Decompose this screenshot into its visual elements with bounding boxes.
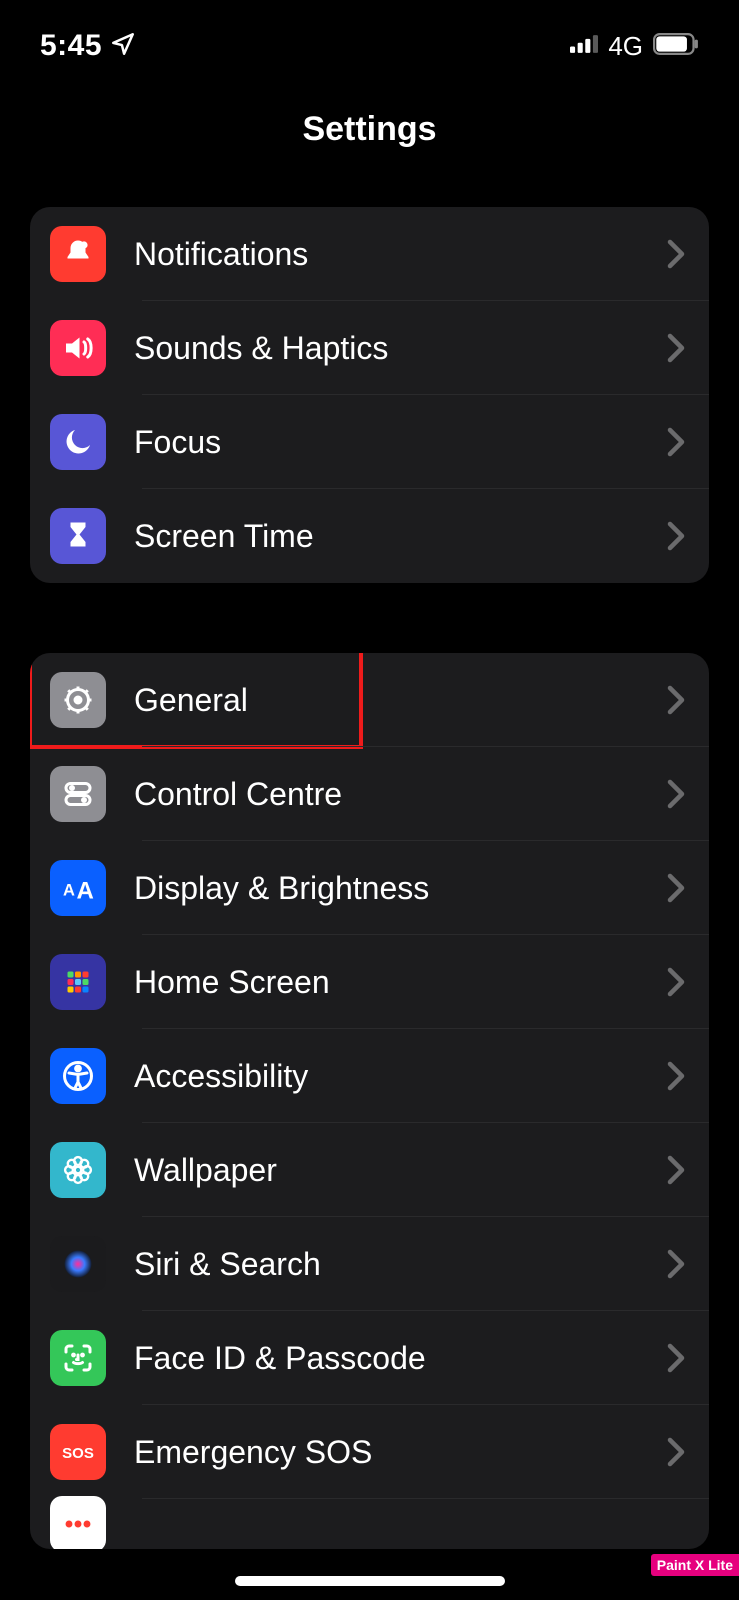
chevron-right-icon [667, 1343, 685, 1373]
clock: 5:45 [40, 29, 102, 63]
row-label: Emergency SOS [134, 1434, 667, 1471]
chevron-right-icon [667, 967, 685, 997]
svg-text:A: A [77, 878, 94, 905]
chevron-right-icon [667, 427, 685, 457]
svg-text:SOS: SOS [62, 1445, 94, 1462]
gear-icon [50, 672, 106, 728]
chevron-right-icon [667, 685, 685, 715]
watermark: Paint X Lite [651, 1554, 739, 1576]
cellular-signal-icon [570, 35, 598, 58]
chevron-right-icon [667, 1437, 685, 1467]
moon-icon [50, 414, 106, 470]
status-bar: 5:45 4G [0, 0, 739, 80]
row-label: Siri & Search [134, 1246, 667, 1283]
settings-row-home-screen[interactable]: Home Screen [30, 935, 709, 1029]
accessibility-icon [50, 1048, 106, 1104]
settings-group-2: General Control Centre AA Display & Brig… [30, 653, 709, 1549]
toggles-icon [50, 766, 106, 822]
status-right: 4G [570, 31, 699, 62]
settings-row-general[interactable]: General [30, 653, 709, 747]
row-label: Control Centre [134, 776, 667, 813]
chevron-right-icon [667, 239, 685, 269]
row-label: Home Screen [134, 964, 667, 1001]
row-label: Focus [134, 424, 667, 461]
bell-icon [50, 226, 106, 282]
home-indicator[interactable] [235, 1576, 505, 1586]
chevron-right-icon [667, 1155, 685, 1185]
row-label: Display & Brightness [134, 870, 667, 907]
exposure-icon [50, 1496, 106, 1549]
speaker-icon [50, 320, 106, 376]
chevron-right-icon [667, 333, 685, 363]
apps-grid-icon [50, 954, 106, 1010]
page-title: Settings [0, 110, 739, 149]
siri-icon [50, 1236, 106, 1292]
status-left: 5:45 [40, 29, 136, 63]
faceid-icon [50, 1330, 106, 1386]
chevron-right-icon [667, 873, 685, 903]
settings-row-sounds[interactable]: Sounds & Haptics [30, 301, 709, 395]
network-label: 4G [608, 31, 643, 62]
svg-text:A: A [63, 882, 75, 900]
settings-row-siri[interactable]: Siri & Search [30, 1217, 709, 1311]
settings-row-control-centre[interactable]: Control Centre [30, 747, 709, 841]
chevron-right-icon [667, 521, 685, 551]
row-label: Face ID & Passcode [134, 1340, 667, 1377]
sos-icon: SOS [50, 1424, 106, 1480]
settings-row-partial[interactable] [30, 1499, 709, 1549]
flower-icon [50, 1142, 106, 1198]
settings-row-accessibility[interactable]: Accessibility [30, 1029, 709, 1123]
hourglass-icon [50, 508, 106, 564]
settings-row-faceid[interactable]: Face ID & Passcode [30, 1311, 709, 1405]
settings-row-notifications[interactable]: Notifications [30, 207, 709, 301]
settings-row-screen-time[interactable]: Screen Time [30, 489, 709, 583]
row-label: Notifications [134, 236, 667, 273]
settings-group-1: Notifications Sounds & Haptics Focus Scr… [30, 207, 709, 583]
location-icon [110, 31, 136, 62]
chevron-right-icon [667, 779, 685, 809]
row-label: Wallpaper [134, 1152, 667, 1189]
row-label: Accessibility [134, 1058, 667, 1095]
battery-icon [653, 33, 699, 60]
chevron-right-icon [667, 1061, 685, 1091]
settings-row-wallpaper[interactable]: Wallpaper [30, 1123, 709, 1217]
header: Settings [0, 80, 739, 177]
settings-row-focus[interactable]: Focus [30, 395, 709, 489]
text-size-icon: AA [50, 860, 106, 916]
row-label: Screen Time [134, 518, 667, 555]
settings-row-display[interactable]: AA Display & Brightness [30, 841, 709, 935]
row-label: Sounds & Haptics [134, 330, 667, 367]
chevron-right-icon [667, 1249, 685, 1279]
settings-row-sos[interactable]: SOS Emergency SOS [30, 1405, 709, 1499]
row-label: General [134, 682, 667, 719]
